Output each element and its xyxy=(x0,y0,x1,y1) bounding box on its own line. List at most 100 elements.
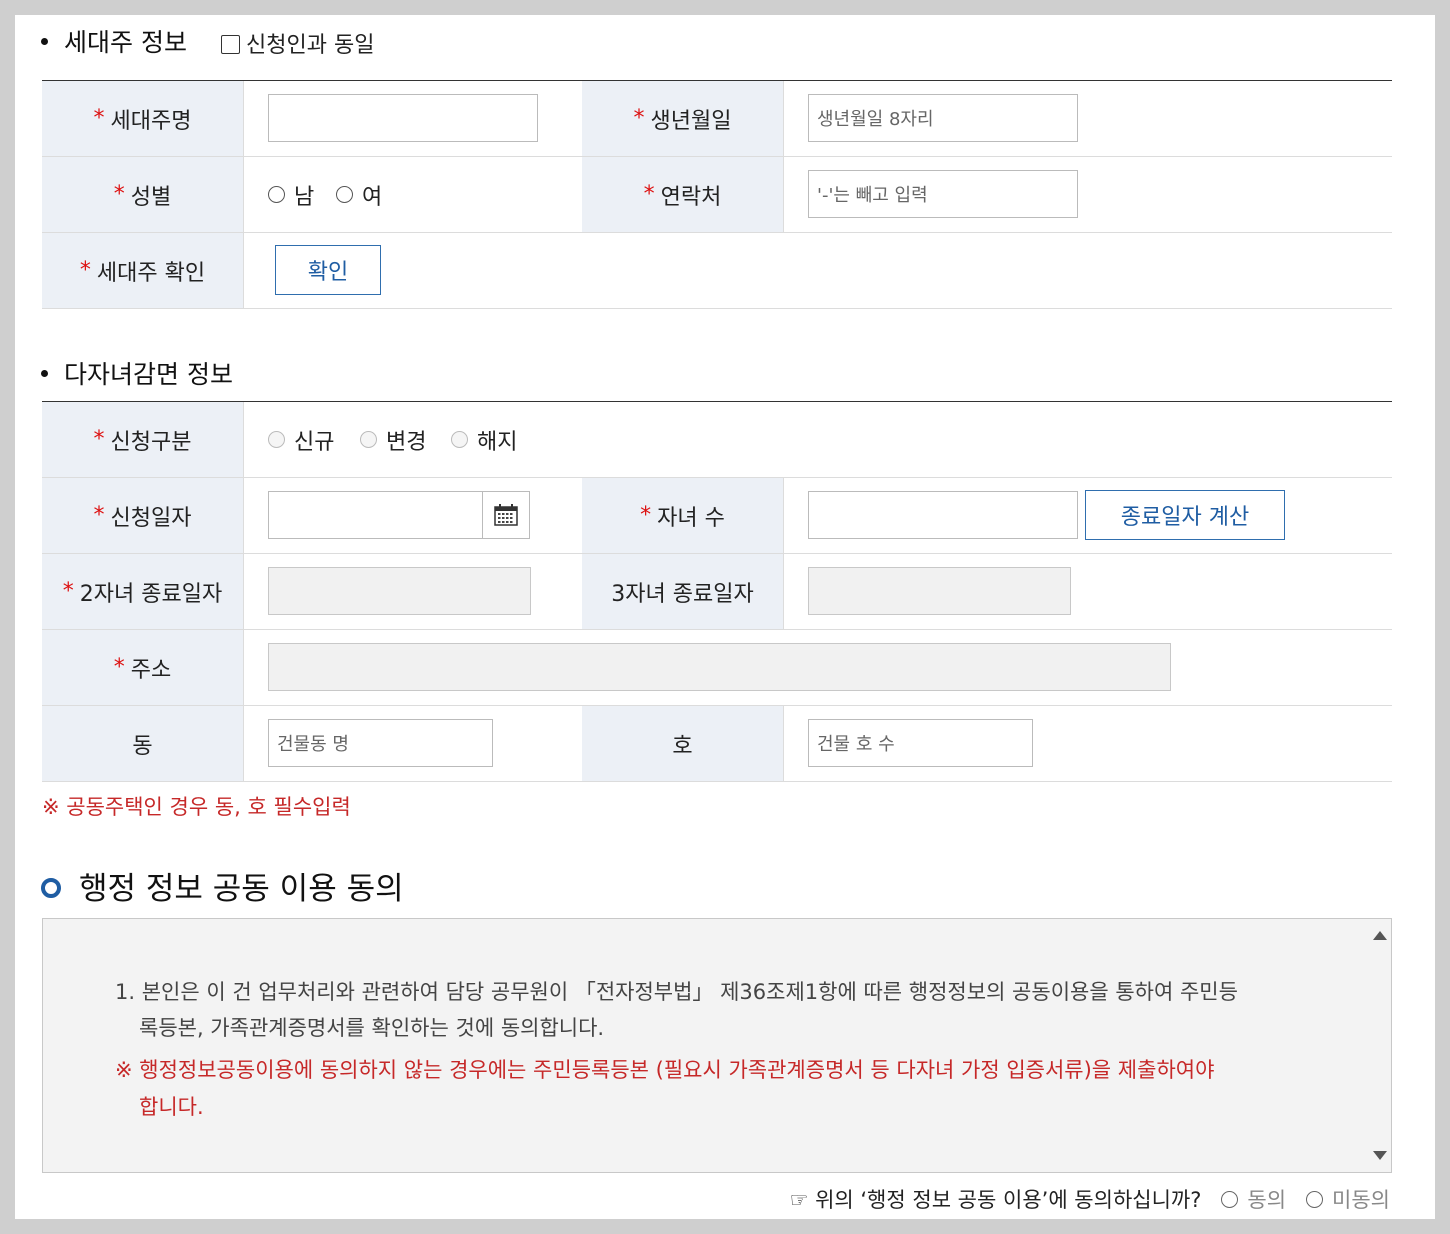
apartment-note: ※ 공동주택인 경우 동, 호 필수입력 xyxy=(42,795,351,819)
scroll-up-arrow-icon[interactable] xyxy=(1373,931,1387,940)
agreement-p1-line2: 록등본, 가족관계증명서를 확인하는 것에 동의합니다. xyxy=(139,1016,605,1040)
required-mark: * xyxy=(640,503,652,528)
radio-icon[interactable] xyxy=(268,431,285,448)
type-new-radio[interactable]: 신규 xyxy=(268,402,334,477)
address-input xyxy=(268,643,1171,691)
bullet-icon xyxy=(41,37,48,45)
contact-placeholder: '-'는 빼고 입력 xyxy=(817,185,928,206)
gender-male-label: 남 xyxy=(294,184,315,210)
agreement-p2-line2: 합니다. xyxy=(139,1095,204,1119)
same-as-applicant-checkbox[interactable]: 신청인과 동일 xyxy=(221,27,374,59)
birth-input[interactable]: 생년월일 8자리 xyxy=(808,94,1078,142)
agreement-scrollbar[interactable] xyxy=(1369,919,1391,1172)
required-mark: * xyxy=(93,427,105,452)
contact-label: * 연락처 xyxy=(582,157,784,232)
radio-icon[interactable] xyxy=(1221,1190,1239,1208)
radio-icon[interactable] xyxy=(268,186,285,203)
radio-icon[interactable] xyxy=(1306,1190,1324,1208)
ho-input[interactable]: 건물 호 수 xyxy=(808,719,1033,767)
ho-placeholder: 건물 호 수 xyxy=(817,734,895,755)
required-mark: * xyxy=(633,106,645,131)
agreement-paragraph-1: 1. 본인은 이 건 업무처리와 관련하여 담당 공무원이 「전자정부법」 제3… xyxy=(115,974,1295,1046)
calendar-icon[interactable] xyxy=(482,491,530,539)
scroll-down-arrow-icon[interactable] xyxy=(1373,1151,1387,1160)
type-cancel-label: 해지 xyxy=(477,429,518,455)
gender-female-radio[interactable]: 여 xyxy=(336,157,382,232)
application-type-label: * 신청구분 xyxy=(42,402,244,477)
checkbox-icon[interactable] xyxy=(221,34,240,54)
householder-title-text: 세대주 정보 xyxy=(64,28,187,57)
type-change-label: 변경 xyxy=(386,429,427,455)
form-row: * 신청구분 신규 변경 해지 xyxy=(42,402,1392,478)
dong-label: 동 xyxy=(42,706,244,781)
agreement-paragraph-2: ※ 행정정보공동이용에 동의하지 않는 경우에는 주민등록등본 (필요시 가족관… xyxy=(115,1052,1315,1126)
contact-input[interactable]: '-'는 빼고 입력 xyxy=(808,170,1078,218)
label-text: 호 xyxy=(672,733,693,759)
agreement-title-text: 행정 정보 공동 이용 동의 xyxy=(79,871,404,907)
form-row: * 세대주 확인 확인 xyxy=(42,233,1392,309)
form-row: * 2자녀 종료일자 3자녀 종료일자 xyxy=(42,554,1392,630)
agreement-p2-line1: ※ 행정정보공동이용에 동의하지 않는 경우에는 주민등록등본 (필요시 가족관… xyxy=(115,1058,1215,1082)
address-label: * 주소 xyxy=(42,630,244,705)
householder-section-title: 세대주 정보 xyxy=(41,23,187,59)
label-text: 생년월일 xyxy=(650,108,732,134)
calc-end-date-button[interactable]: 종료일자 계산 xyxy=(1085,490,1285,540)
multichild-form: * 신청구분 신규 변경 해지 * 신청일자 * 자녀 수 종료일자 계산 * … xyxy=(42,401,1392,782)
verify-button[interactable]: 확인 xyxy=(275,245,381,295)
label-text: 주소 xyxy=(130,657,172,683)
label-text: 3자녀 종료일자 xyxy=(611,581,754,607)
dong-input[interactable]: 건물동 명 xyxy=(268,719,493,767)
householder-name-input[interactable] xyxy=(268,94,538,142)
label-text: 신청일자 xyxy=(110,505,192,531)
agreement-textbox[interactable]: 1. 본인은 이 건 업무처리와 관련하여 담당 공무원이 「전자정부법」 제3… xyxy=(42,918,1392,1173)
end-date-3-label: 3자녀 종료일자 xyxy=(582,554,784,629)
required-mark: * xyxy=(113,655,125,680)
gender-male-radio[interactable]: 남 xyxy=(268,157,314,232)
birth-label: * 생년월일 xyxy=(582,81,784,156)
verify-label: * 세대주 확인 xyxy=(42,233,244,308)
type-new-label: 신규 xyxy=(294,429,335,455)
agreement-title: 행정 정보 공동 이용 동의 xyxy=(41,863,404,908)
application-date-input[interactable] xyxy=(268,491,483,539)
ho-label: 호 xyxy=(582,706,784,781)
required-mark: * xyxy=(93,106,105,131)
agreement-p1-line1: 1. 본인은 이 건 업무처리와 관련하여 담당 공무원이 「전자정부법」 제3… xyxy=(115,980,1238,1004)
label-text: 신청구분 xyxy=(110,429,192,455)
required-mark: * xyxy=(93,503,105,528)
agree-radio[interactable]: 동의 xyxy=(1221,1184,1286,1214)
bullet-icon xyxy=(41,369,48,377)
multichild-title-text: 다자녀감면 정보 xyxy=(64,360,233,389)
label-text: 자녀 수 xyxy=(657,505,725,531)
disagree-radio[interactable]: 미동의 xyxy=(1306,1184,1390,1214)
radio-icon[interactable] xyxy=(360,431,377,448)
gender-label: * 성별 xyxy=(42,157,244,232)
agree-label: 동의 xyxy=(1247,1188,1287,1212)
form-row: * 신청일자 * 자녀 수 종료일자 계산 xyxy=(42,478,1392,554)
radio-icon[interactable] xyxy=(451,431,468,448)
label-text: 동 xyxy=(132,733,153,759)
type-cancel-radio[interactable]: 해지 xyxy=(451,402,517,477)
required-mark: * xyxy=(113,182,125,207)
form-row: * 세대주명 * 생년월일 생년월일 8자리 xyxy=(42,81,1392,157)
label-text: 성별 xyxy=(130,184,172,210)
children-count-input[interactable] xyxy=(808,491,1078,539)
label-text: 2자녀 종료일자 xyxy=(79,581,223,607)
page: 세대주 정보 신청인과 동일 * 세대주명 * 생년월일 생년월일 8자리 * 성별 … xyxy=(15,15,1435,1219)
dong-placeholder: 건물동 명 xyxy=(277,734,349,755)
agreement-question-text: ☞ 위의 ‘행정 정보 공동 이용’에 동의하십니까? xyxy=(789,1188,1202,1212)
end-date-2-input xyxy=(268,567,531,615)
children-count-label: * 자녀 수 xyxy=(582,478,784,553)
gender-female-label: 여 xyxy=(362,184,383,210)
ring-bullet-icon xyxy=(41,877,61,898)
form-row: 동 건물동 명 호 건물 호 수 xyxy=(42,706,1392,782)
form-row: * 주소 xyxy=(42,630,1392,706)
required-mark: * xyxy=(643,182,655,207)
label-text: 연락처 xyxy=(660,184,722,210)
label-text: 세대주 확인 xyxy=(96,260,206,286)
type-change-radio[interactable]: 변경 xyxy=(360,402,426,477)
same-as-applicant-label: 신청인과 동일 xyxy=(246,33,375,58)
householder-name-label: * 세대주명 xyxy=(42,81,244,156)
householder-form: * 세대주명 * 생년월일 생년월일 8자리 * 성별 남 여 * 연락처 '-'는 빼… xyxy=(42,80,1392,309)
radio-icon[interactable] xyxy=(336,186,353,203)
required-mark: * xyxy=(79,258,91,283)
